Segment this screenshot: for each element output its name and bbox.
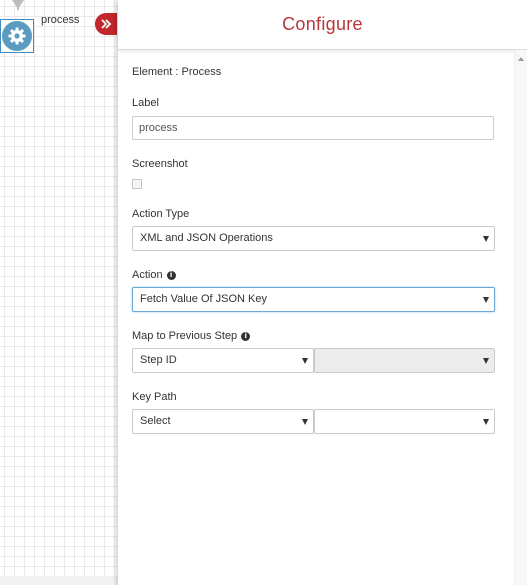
canvas-horizontal-scrollbar[interactable] [0,576,118,585]
info-icon[interactable]: i [166,271,176,280]
chevron-down-icon [302,358,308,364]
map-prev-label-text: Map to Previous Step [132,330,238,342]
configure-panel: Configure Element : Process Label proces… [118,0,527,585]
map-prev-field-label: Map to Previous Step i [132,330,251,342]
chevron-down-icon [483,419,489,425]
key-path-field-label: Key Path [132,391,177,403]
action-type-select[interactable]: XML and JSON Operations [132,226,495,251]
action-value: Fetch Value Of JSON Key [140,293,267,305]
key-path-value: Select [140,415,171,427]
chevron-down-icon [483,236,489,242]
action-type-field-label: Action Type [132,208,190,220]
panel-title: Configure [282,14,363,34]
process-node[interactable] [0,19,34,53]
panel-body: Element : Process Label process Screensh… [118,50,515,585]
action-label-text: Action [132,269,163,281]
action-field-label: Action i [132,269,176,281]
label-input[interactable]: process [132,116,494,140]
chevron-down-icon [483,297,489,303]
screenshot-checkbox[interactable] [132,179,142,189]
panel-header: Configure [118,0,527,50]
panel-vertical-scrollbar[interactable] [514,50,527,585]
key-path-secondary-select[interactable] [314,409,495,434]
label-input-value: process [139,122,178,134]
chevron-down-icon [483,358,489,364]
collapse-panel-button[interactable] [95,13,117,35]
scroll-up-arrow-icon[interactable] [518,57,524,61]
action-select[interactable]: Fetch Value Of JSON Key [132,287,495,312]
info-icon[interactable]: i [241,332,251,341]
map-prev-select[interactable]: Step ID [132,348,314,373]
label-field-label: Label [132,97,159,109]
map-prev-secondary-select[interactable] [314,348,495,373]
double-chevron-right-icon [101,19,112,29]
screenshot-field-label: Screenshot [132,158,188,170]
connector-arrow [12,0,24,9]
workflow-canvas[interactable]: process [0,0,118,585]
map-prev-value: Step ID [140,354,177,366]
action-type-value: XML and JSON Operations [140,232,273,244]
gear-icon [2,21,32,51]
node-label: process [41,14,80,26]
chevron-down-icon [302,419,308,425]
element-type-text: Element : Process [132,66,222,78]
key-path-select[interactable]: Select [132,409,314,434]
